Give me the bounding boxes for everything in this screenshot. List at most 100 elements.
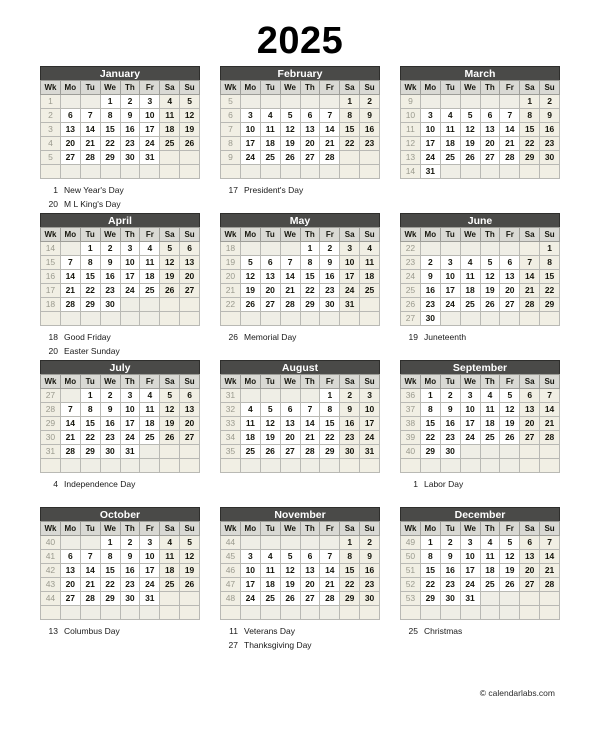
day-cell[interactable]: 6 [179,241,200,256]
day-cell[interactable]: 18 [259,577,281,592]
day-cell[interactable]: 4 [239,402,261,417]
day-cell[interactable]: 7 [59,402,81,417]
day-cell[interactable]: 13 [59,122,81,137]
day-cell[interactable]: 25 [139,430,161,445]
day-cell[interactable]: 21 [299,430,321,445]
day-cell[interactable]: 2 [119,535,141,550]
day-cell[interactable]: 8 [419,402,441,417]
day-cell[interactable]: 25 [139,283,161,298]
day-cell[interactable]: 22 [99,577,121,592]
day-cell[interactable]: 18 [159,122,181,137]
day-cell[interactable]: 2 [539,94,560,109]
day-cell[interactable]: 19 [479,283,501,298]
day-cell[interactable]: 12 [159,255,181,270]
day-cell[interactable]: 19 [499,416,521,431]
day-cell[interactable]: 20 [519,416,541,431]
day-cell[interactable]: 27 [279,444,301,459]
day-cell[interactable]: 21 [319,577,341,592]
day-cell[interactable]: 24 [419,150,441,165]
day-cell[interactable]: 17 [459,416,481,431]
day-cell[interactable]: 19 [499,563,521,578]
day-cell[interactable]: 17 [119,269,141,284]
day-cell[interactable]: 20 [479,136,501,151]
day-cell[interactable]: 28 [79,591,101,606]
day-cell[interactable]: 9 [439,402,461,417]
day-cell[interactable]: 27 [299,150,321,165]
day-cell[interactable]: 5 [259,402,281,417]
day-cell[interactable]: 21 [59,430,81,445]
day-cell[interactable]: 22 [339,577,361,592]
day-cell[interactable]: 16 [419,283,441,298]
day-cell[interactable]: 15 [79,416,101,431]
day-cell[interactable]: 30 [99,297,121,312]
day-cell[interactable]: 23 [359,577,380,592]
day-cell[interactable]: 21 [499,136,521,151]
day-cell[interactable]: 17 [419,136,441,151]
day-cell[interactable]: 24 [139,577,161,592]
day-cell[interactable]: 25 [479,577,501,592]
day-cell[interactable]: 21 [539,416,560,431]
day-cell[interactable]: 16 [119,122,141,137]
day-cell[interactable]: 15 [99,563,121,578]
day-cell[interactable]: 1 [79,388,101,403]
day-cell[interactable]: 6 [259,255,281,270]
day-cell[interactable]: 24 [439,297,461,312]
day-cell[interactable]: 14 [319,563,341,578]
day-cell[interactable]: 12 [499,402,521,417]
day-cell[interactable]: 8 [519,108,541,123]
day-cell[interactable]: 10 [459,402,481,417]
day-cell[interactable]: 28 [539,430,560,445]
day-cell[interactable]: 31 [459,591,481,606]
day-cell[interactable]: 12 [239,269,261,284]
day-cell[interactable]: 20 [59,136,81,151]
day-cell[interactable]: 22 [79,283,101,298]
day-cell[interactable]: 8 [319,402,341,417]
day-cell[interactable]: 5 [279,549,301,564]
day-cell[interactable]: 20 [279,430,301,445]
day-cell[interactable]: 19 [279,577,301,592]
day-cell[interactable]: 9 [119,549,141,564]
day-cell[interactable]: 1 [319,388,341,403]
day-cell[interactable]: 26 [279,150,301,165]
day-cell[interactable]: 24 [119,430,141,445]
day-cell[interactable]: 15 [339,122,361,137]
day-cell[interactable]: 3 [359,388,380,403]
day-cell[interactable]: 21 [319,136,341,151]
day-cell[interactable]: 4 [479,388,501,403]
day-cell[interactable]: 4 [139,388,161,403]
day-cell[interactable]: 3 [119,241,141,256]
day-cell[interactable]: 11 [439,122,461,137]
day-cell[interactable]: 21 [539,563,560,578]
day-cell[interactable]: 11 [239,416,261,431]
day-cell[interactable]: 28 [319,150,341,165]
day-cell[interactable]: 17 [119,416,141,431]
day-cell[interactable]: 29 [79,297,101,312]
day-cell[interactable]: 9 [339,402,361,417]
day-cell[interactable]: 27 [179,283,200,298]
day-cell[interactable]: 2 [359,535,380,550]
day-cell[interactable]: 5 [159,241,181,256]
day-cell[interactable]: 13 [179,255,200,270]
day-cell[interactable]: 6 [499,255,521,270]
day-cell[interactable]: 12 [279,122,301,137]
day-cell[interactable]: 6 [59,108,81,123]
day-cell[interactable]: 24 [339,283,361,298]
day-cell[interactable]: 20 [499,283,521,298]
day-cell[interactable]: 23 [419,297,441,312]
day-cell[interactable]: 1 [519,94,541,109]
day-cell[interactable]: 10 [239,122,261,137]
day-cell[interactable]: 1 [99,94,121,109]
day-cell[interactable]: 20 [179,269,200,284]
day-cell[interactable]: 15 [339,563,361,578]
day-cell[interactable]: 12 [179,108,200,123]
day-cell[interactable]: 17 [339,269,361,284]
day-cell[interactable]: 28 [319,591,341,606]
day-cell[interactable]: 20 [519,563,541,578]
day-cell[interactable]: 8 [299,255,321,270]
day-cell[interactable]: 27 [299,591,321,606]
day-cell[interactable]: 25 [439,150,461,165]
day-cell[interactable]: 2 [99,388,121,403]
day-cell[interactable]: 27 [179,430,200,445]
day-cell[interactable]: 25 [159,136,181,151]
day-cell[interactable]: 19 [159,416,181,431]
